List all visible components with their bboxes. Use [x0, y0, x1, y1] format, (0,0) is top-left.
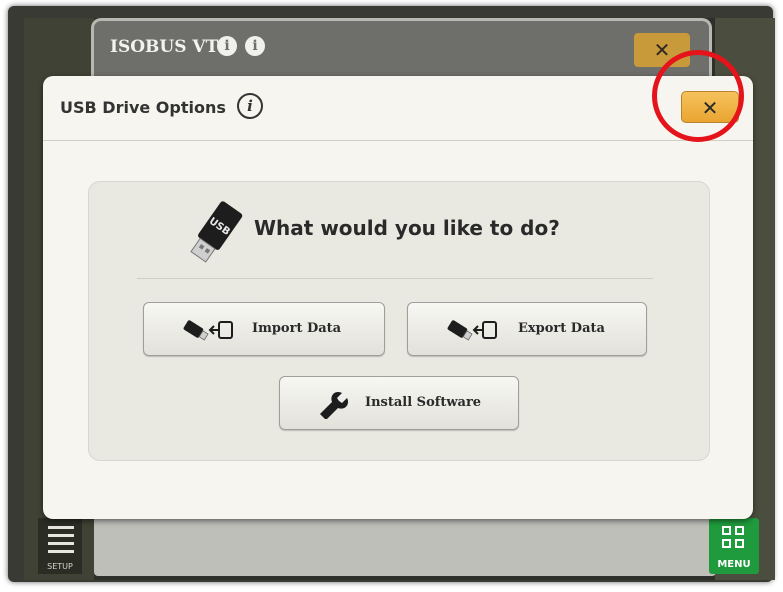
install-software-label: Install Software — [365, 395, 482, 410]
setup-icon — [48, 526, 74, 558]
export-data-button[interactable]: Export Data — [407, 302, 647, 356]
dialog-title: USB Drive Options — [60, 98, 226, 117]
import-data-button[interactable]: Import Data — [143, 302, 385, 356]
menu-grid-icon — [722, 526, 746, 550]
info-icon[interactable]: i — [245, 36, 265, 56]
wrench-icon — [320, 392, 348, 419]
menu-button[interactable]: MENU — [709, 518, 759, 574]
info-icon[interactable]: i — [237, 93, 263, 119]
options-panel: USB What would you like to do? Import Da… — [88, 181, 710, 461]
import-data-label: Import Data — [252, 321, 342, 336]
usb-drive-icon: USB — [190, 201, 243, 263]
usb-import-icon — [183, 320, 233, 341]
usb-export-icon — [447, 320, 497, 341]
export-data-label: Export Data — [518, 321, 605, 336]
usb-drive-options-dialog: USB Drive Options i ✕ USB What would you… — [43, 76, 753, 519]
info-icon[interactable]: i — [217, 36, 237, 56]
prompt-text: What would you like to do? — [254, 216, 560, 240]
isobus-vt-title: ISOBUS VT — [110, 37, 219, 57]
menu-label: MENU — [717, 559, 751, 570]
setup-label: SETUP — [47, 562, 73, 571]
dialog-header: USB Drive Options i ✕ — [43, 76, 753, 141]
bottom-panel — [94, 516, 716, 576]
setup-button[interactable]: SETUP — [38, 518, 82, 574]
divider — [137, 278, 653, 279]
install-software-button[interactable]: Install Software — [279, 376, 519, 430]
close-button-highlight-ring — [652, 50, 744, 142]
isobus-vt-window: ISOBUS VT i i ✕ — [91, 18, 712, 79]
